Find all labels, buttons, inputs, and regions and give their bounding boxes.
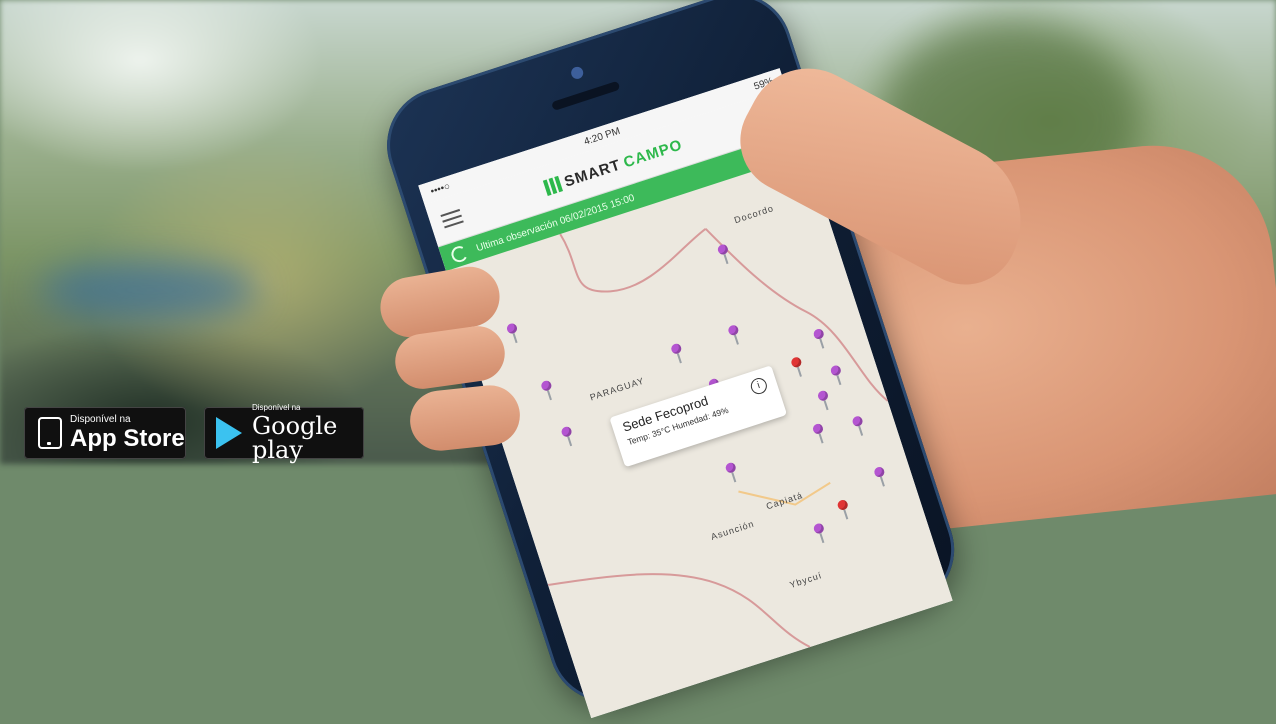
apple-icon (38, 417, 62, 449)
background-blur-blob (40, 260, 260, 320)
app-store-badge-text: Disponível na App Store (70, 415, 185, 451)
speaker-grille (551, 80, 621, 111)
google-play-small-text: Disponível na (252, 403, 301, 412)
google-play-badge[interactable]: Disponível na Google play (204, 403, 364, 464)
google-play-icon (216, 417, 242, 449)
app-store-badge[interactable]: Disponível na App Store (24, 407, 186, 459)
app-store-big-text: App Store (70, 425, 185, 452)
carrier-signal: ••••○ (429, 180, 452, 198)
app-store-small-text: Disponível na (70, 414, 131, 425)
google-play-badge-text: Disponível na Google play (252, 403, 364, 464)
logo-text-campo: CAMPO (621, 135, 685, 171)
google-play-big-text: Google play (252, 412, 338, 464)
refresh-icon[interactable] (449, 244, 470, 265)
camera-icon (569, 65, 585, 81)
logo-text-smart: SMART (562, 155, 623, 191)
menu-icon[interactable] (440, 208, 464, 229)
logo-mark-icon (543, 175, 564, 196)
